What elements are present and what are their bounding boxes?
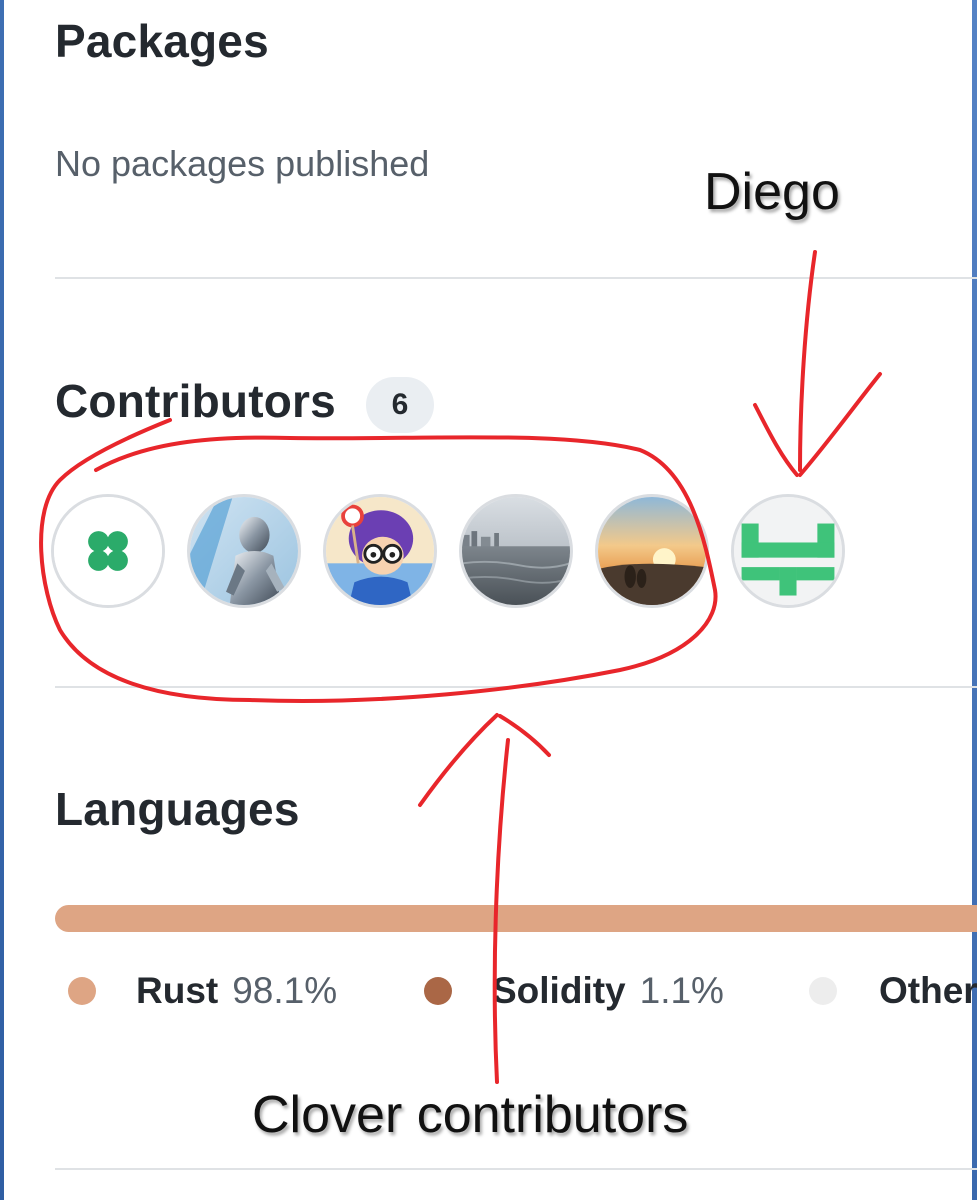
- language-name: Solidity: [492, 970, 626, 1011]
- clover-arrowhead-left: [418, 713, 499, 807]
- language-item-solidity[interactable]: Solidity 1.1%: [424, 966, 724, 1016]
- languages-heading: Languages: [55, 783, 300, 835]
- avatar-clover-logo[interactable]: [51, 494, 165, 608]
- diego-arrowhead-left: [753, 403, 799, 477]
- language-name: Rust: [136, 970, 219, 1011]
- languages-progress-bar: [55, 905, 977, 932]
- clover-arrowhead-right: [498, 714, 551, 757]
- language-item-other[interactable]: Other: [809, 966, 977, 1016]
- packages-empty-text: No packages published: [55, 143, 430, 184]
- avatar-sunset[interactable]: [595, 494, 709, 608]
- avatar-sea-skyline[interactable]: [459, 494, 573, 608]
- avatar-silver-robot[interactable]: [187, 494, 301, 608]
- other-color-dot: [809, 977, 837, 1005]
- sunset-image: [598, 497, 706, 605]
- cartoon-girl-image: [326, 497, 434, 605]
- contributors-heading[interactable]: Contributors: [55, 374, 336, 428]
- divider: [55, 277, 977, 279]
- diego-annotation-label: Diego: [704, 163, 840, 221]
- language-percent: 1.1%: [639, 970, 724, 1011]
- language-percent: 98.1%: [232, 970, 338, 1011]
- clover-contributors-annotation-label: Clover contributors: [252, 1086, 689, 1144]
- contributors-count-badge: 6: [366, 377, 434, 433]
- avatar-cartoon-girl[interactable]: [323, 494, 437, 608]
- avatar-diego[interactable]: [731, 494, 845, 608]
- language-item-rust[interactable]: Rust 98.1%: [68, 966, 337, 1016]
- green-h-logo-icon: [734, 497, 842, 605]
- clover-logo-icon: [54, 497, 162, 605]
- divider: [55, 1168, 977, 1170]
- divider: [55, 686, 977, 688]
- rust-color-dot: [68, 977, 96, 1005]
- window-edge-left: [0, 0, 4, 1200]
- diego-arrow: [798, 250, 817, 472]
- language-name: Other: [879, 970, 977, 1011]
- silver-robot-image: [190, 497, 298, 605]
- window-edge-right: [972, 0, 977, 1200]
- repo-sidebar: Packages No packages published Contribut…: [0, 0, 977, 1200]
- solidity-color-dot: [424, 977, 452, 1005]
- sea-skyline-image: [462, 497, 570, 605]
- packages-heading[interactable]: Packages: [55, 14, 269, 68]
- diego-arrowhead-right: [798, 372, 882, 477]
